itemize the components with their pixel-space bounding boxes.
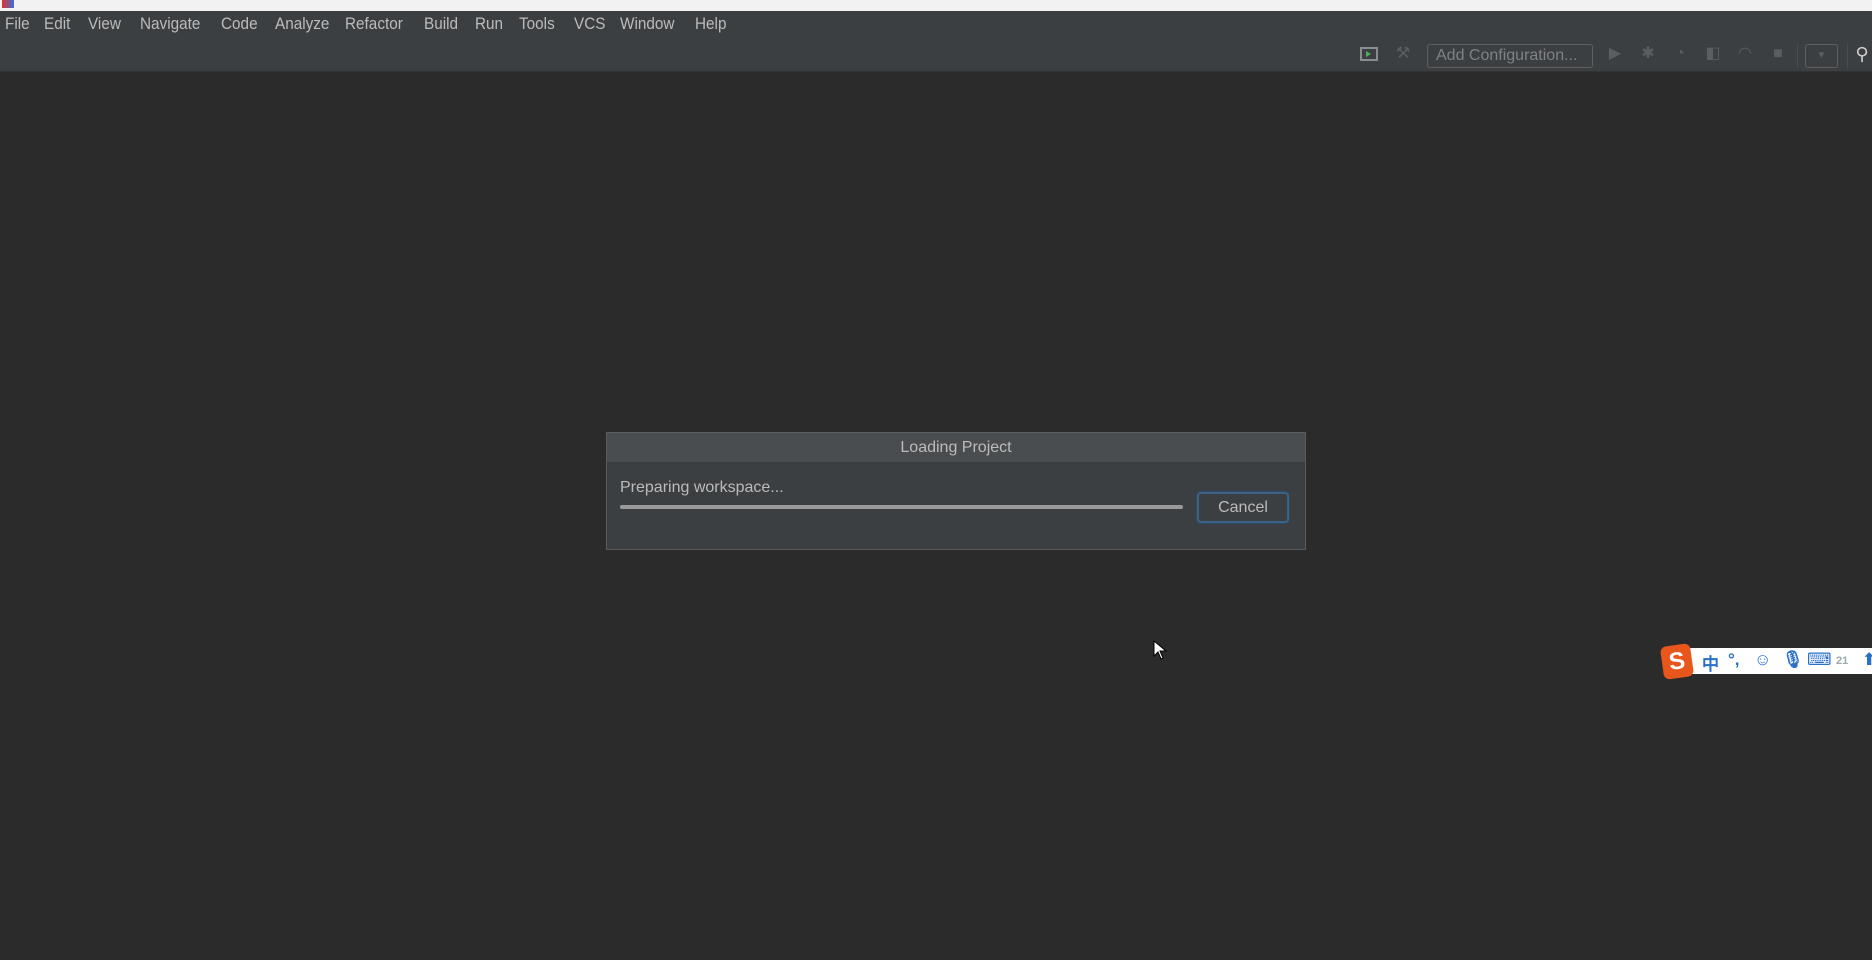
microphone-icon[interactable]: 🎙: [1782, 650, 1804, 670]
debug-icon[interactable]: ✱: [1638, 44, 1658, 64]
sogou-logo-icon[interactable]: S: [1659, 643, 1695, 680]
stop-icon[interactable]: ■: [1768, 44, 1788, 64]
performance-icon[interactable]: ◠: [1735, 44, 1755, 64]
progress-bar: [620, 505, 1183, 509]
loading-project-dialog: Loading Project Preparing workspace... C…: [606, 432, 1306, 550]
app-logo-icon: [2, 0, 14, 8]
build-hammer-icon[interactable]: ⚒: [1393, 44, 1413, 64]
menu-view[interactable]: View: [88, 14, 121, 34]
menu-window[interactable]: Window: [620, 14, 674, 34]
ime-mode-toggle[interactable]: 中: [1702, 650, 1719, 675]
add-configuration-button[interactable]: Add Configuration...: [1427, 44, 1593, 68]
run-icon[interactable]: ▶: [1605, 44, 1625, 64]
emoji-icon[interactable]: ☺: [1754, 650, 1771, 670]
menu-bar: File Edit View Navigate Code Analyze Ref…: [0, 11, 1872, 36]
search-icon[interactable]: ⚲: [1852, 44, 1872, 64]
dialog-title: Loading Project: [607, 433, 1305, 462]
terminal-run-icon[interactable]: [1359, 44, 1379, 64]
window-title-bar: [0, 0, 1872, 11]
menu-help[interactable]: Help: [695, 14, 726, 34]
status-message: Preparing workspace...: [620, 479, 784, 496]
menu-tools[interactable]: Tools: [519, 14, 555, 34]
arrow-up-icon[interactable]: ⬆: [1862, 650, 1872, 670]
menu-edit[interactable]: Edit: [44, 14, 70, 34]
menu-build[interactable]: Build: [424, 14, 458, 34]
ime-punctuation-toggle[interactable]: °,: [1728, 650, 1740, 670]
profile-icon[interactable]: ◧: [1703, 44, 1723, 64]
menu-vcs[interactable]: VCS: [574, 14, 605, 34]
mouse-cursor-icon: [1153, 639, 1168, 665]
menu-refactor[interactable]: Refactor: [345, 14, 403, 34]
toolbar-separator: [1847, 44, 1848, 68]
cancel-button[interactable]: Cancel: [1197, 492, 1289, 523]
menu-navigate[interactable]: Navigate: [140, 14, 200, 34]
keyboard-icon[interactable]: ⌨: [1807, 650, 1832, 670]
progress-fill: [620, 505, 1183, 509]
menu-run[interactable]: Run: [475, 14, 503, 34]
menu-file[interactable]: File: [5, 14, 30, 34]
chevron-down-icon: ▼: [1816, 50, 1827, 61]
toolbar-separator: [1797, 44, 1798, 68]
menu-code[interactable]: Code: [221, 14, 258, 34]
dropdown-button[interactable]: ▼: [1805, 44, 1838, 68]
ime-toolbar: S 中 °, ☺ 🎙 ⌨ 21 ⬆: [1659, 643, 1872, 680]
menu-analyze[interactable]: Analyze: [275, 14, 329, 34]
coverage-icon[interactable]: ◔: [1670, 44, 1690, 64]
user-count-badge[interactable]: 21: [1836, 655, 1848, 667]
